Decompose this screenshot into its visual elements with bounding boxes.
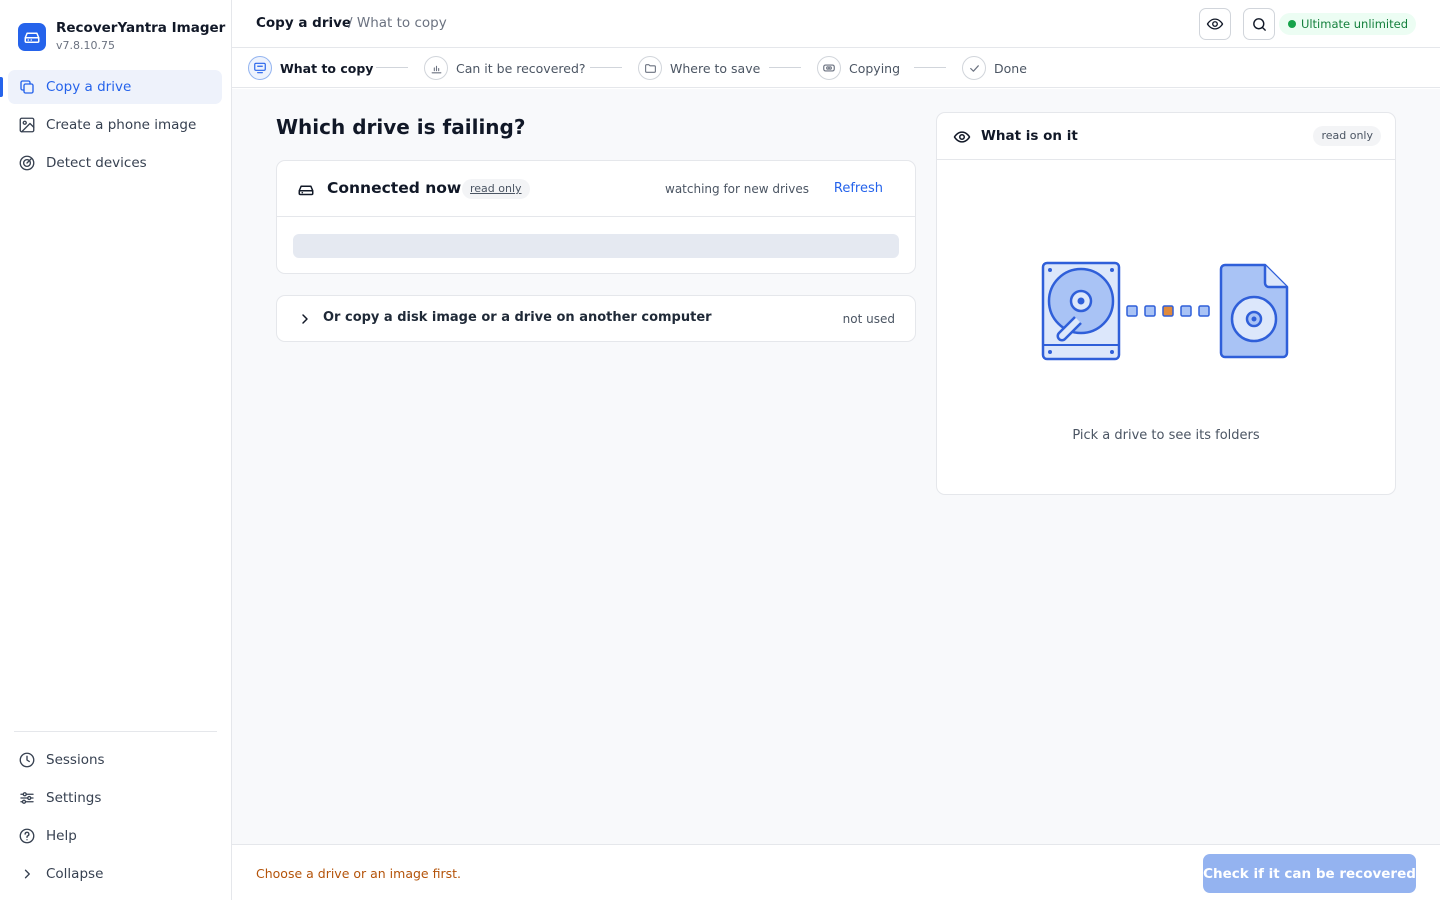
preview-header: What is on it read only (937, 113, 1395, 160)
step-where-to-save[interactable]: Where to save (638, 56, 760, 80)
sliders-icon (20, 792, 34, 804)
page-title: Which drive is failing? (276, 115, 526, 139)
step-can-it-be-recovered[interactable]: Can it be recovered? (424, 56, 586, 80)
main-content: Which drive is failing? Connected now re… (232, 89, 1440, 844)
drive-to-image-illustration (1041, 261, 1289, 361)
transfer-blocks (1126, 305, 1210, 317)
sidebar-item-collapse[interactable]: Collapse (8, 857, 222, 891)
sidebar-item-label: Settings (46, 790, 102, 806)
search-icon (1252, 17, 1266, 31)
sidebar-item-help[interactable]: Help (8, 819, 222, 853)
step-label: Copying (849, 60, 901, 76)
connected-drives-header: Connected now read only watching for new… (277, 161, 915, 217)
app-version: v7.8.10.75 (56, 39, 115, 52)
preview-toggle-button[interactable] (1199, 8, 1231, 40)
validation-message: Choose a drive or an image first. (256, 866, 461, 881)
step-connector (590, 67, 622, 68)
preview-card: What is on it read only Pick a drive to … (936, 112, 1396, 495)
hard-drive-icon (1041, 261, 1121, 361)
read-only-badge: read only (462, 179, 530, 199)
brand: RecoverYantra Imager v7.8.10.75 (18, 20, 225, 53)
sidebar-item-copy-a-drive[interactable]: Copy a drive (8, 70, 222, 104)
sidebar-item-label: Create a phone image (46, 117, 197, 133)
sidebar-item-label: Help (46, 828, 77, 844)
breadcrumb-current-step: / What to copy (348, 15, 447, 31)
folder-icon (638, 56, 662, 80)
radar-icon (19, 155, 35, 171)
step-label: Where to save (670, 60, 761, 76)
sidebar-item-settings[interactable]: Settings (8, 781, 222, 815)
other-source-expander[interactable]: Or copy a disk image or a drive on anoth… (276, 295, 916, 342)
help-icon (19, 828, 35, 844)
step-label: Can it be recovered? (456, 60, 586, 76)
bar-chart-icon (424, 56, 448, 80)
transfer-icon (817, 56, 841, 80)
read-only-badge: read only (1313, 126, 1381, 146)
active-nav-marker (0, 77, 3, 97)
other-source-status: not used (842, 312, 895, 326)
sidebar-item-label: Sessions (46, 752, 105, 768)
sidebar-item-detect-devices[interactable]: Detect devices (8, 146, 222, 180)
step-label: Done (994, 60, 1027, 76)
step-done[interactable]: Done (962, 56, 1027, 80)
sidebar-item-create-phone-image[interactable]: Create a phone image (8, 108, 222, 142)
check-recoverable-button[interactable]: Check if it can be recovered (1203, 854, 1416, 893)
sidebar-item-sessions[interactable]: Sessions (8, 743, 222, 777)
preview-title: What is on it (981, 128, 1078, 144)
sidebar-item-label: Detect devices (46, 155, 147, 171)
image-icon (19, 117, 35, 133)
step-copying[interactable]: Copying (817, 56, 900, 80)
copy-icon (20, 80, 34, 94)
step-connector (376, 67, 408, 68)
wizard-stepper: What to copy Can it be recovered? Where … (232, 48, 1440, 88)
app-name: RecoverYantra Imager (56, 20, 226, 36)
search-button[interactable] (1243, 8, 1275, 40)
disk-image-file-icon (1219, 263, 1289, 359)
sidebar: RecoverYantra Imager v7.8.10.75 Copy a d… (0, 0, 232, 900)
chevron-right-icon (24, 869, 30, 879)
sidebar-item-label: Copy a drive (46, 79, 132, 95)
step-connector (914, 67, 946, 68)
action-footer: Choose a drive or an image first. Check … (232, 844, 1440, 900)
chevron-right-icon (302, 314, 308, 324)
breadcrumb-current-section[interactable]: Copy a drive (256, 15, 351, 31)
app-logo-icon (18, 22, 46, 51)
preview-empty-caption: Pick a drive to see its folders (1072, 428, 1260, 443)
step-what-to-copy[interactable]: What to copy (248, 56, 373, 80)
sidebar-item-label: Collapse (46, 866, 104, 882)
monitor-icon (248, 56, 272, 80)
refresh-button[interactable]: Refresh (834, 181, 883, 196)
connected-drives-card: Connected now read only watching for new… (276, 160, 916, 274)
license-status-badge: Ultimate unlimited (1278, 13, 1416, 35)
eye-icon (953, 131, 971, 143)
top-header: Copy a drive / What to copy Ultimate unl… (232, 0, 1440, 48)
other-source-label: Or copy a disk image or a drive on anoth… (323, 310, 712, 325)
step-connector (769, 67, 801, 68)
eye-icon (1206, 18, 1224, 30)
watching-status: watching for new drives (665, 182, 809, 196)
check-icon (962, 56, 986, 80)
step-label: What to copy (280, 60, 374, 76)
sidebar-divider (14, 731, 217, 732)
drive-list-loading-placeholder (293, 234, 899, 258)
connected-drives-title: Connected now (327, 179, 462, 197)
clock-icon (19, 752, 35, 768)
drive-icon (298, 185, 314, 196)
